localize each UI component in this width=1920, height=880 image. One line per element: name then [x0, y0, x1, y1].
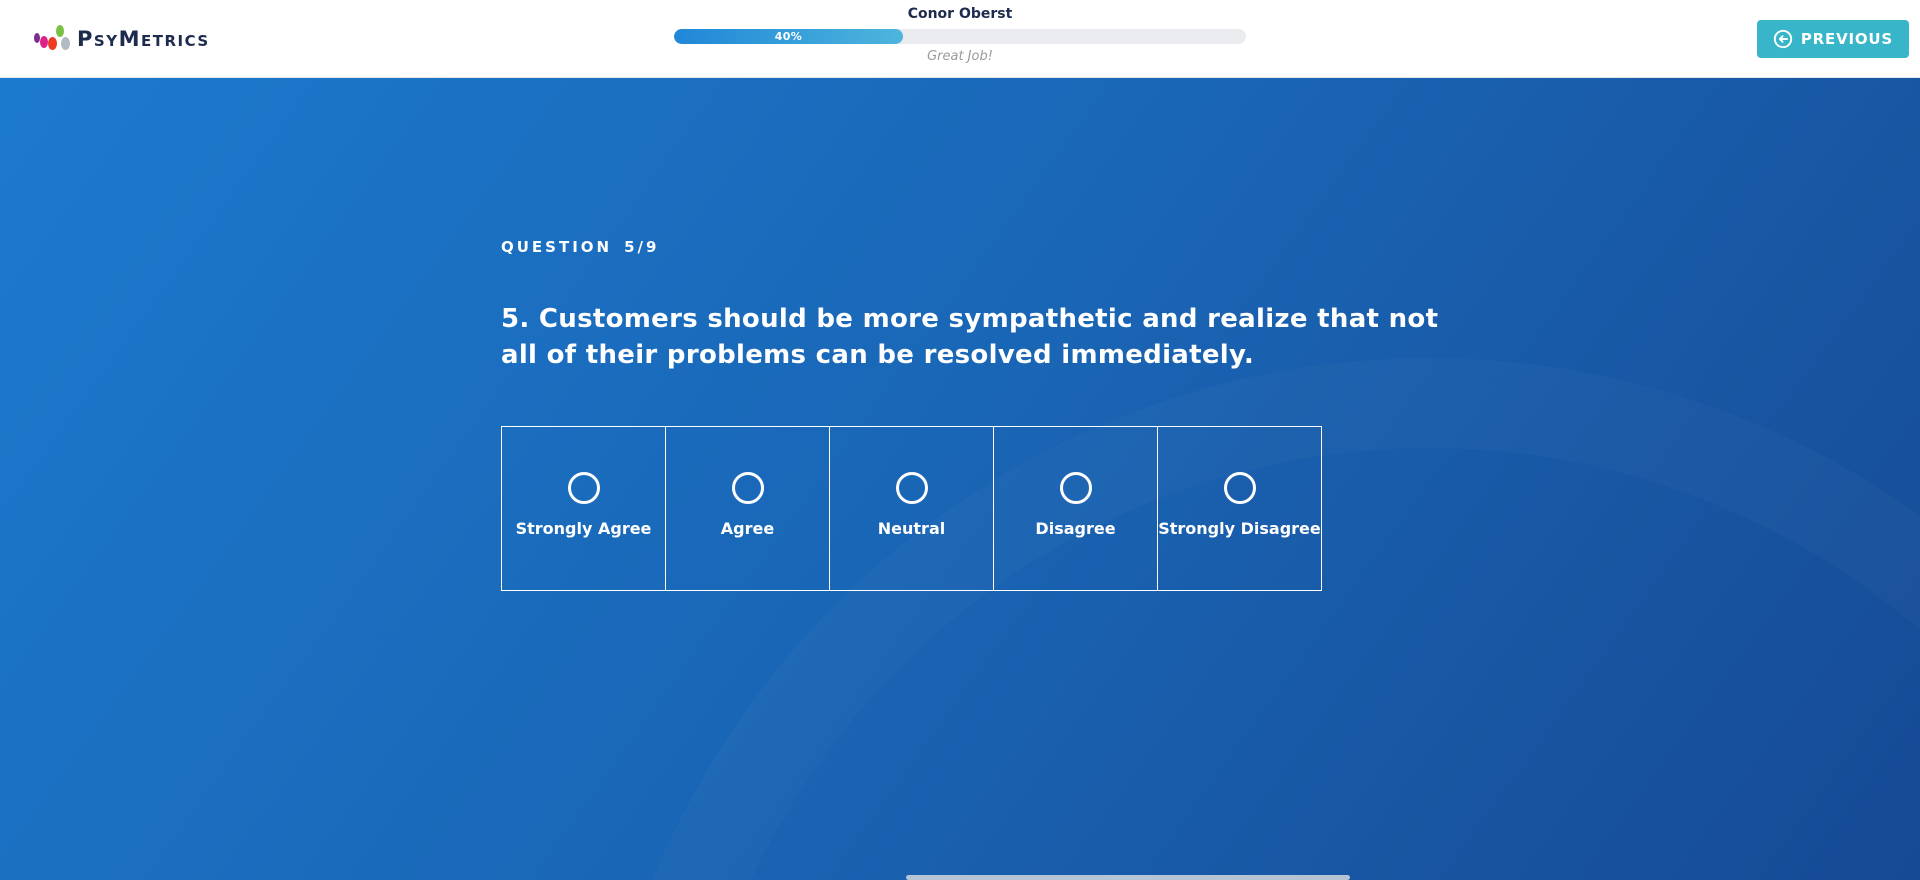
answer-options: Strongly Agree Agree Neutral Disagree St… — [501, 425, 1920, 591]
survey-main: QUESTION 5/9 5. Customers should be more… — [0, 78, 1920, 880]
option-disagree[interactable]: Disagree — [993, 425, 1158, 591]
option-strongly-agree[interactable]: Strongly Agree — [501, 425, 666, 591]
encouragement-text: Great Job! — [927, 49, 993, 64]
question-content: QUESTION 5/9 5. Customers should be more… — [501, 78, 1920, 591]
option-strongly-disagree[interactable]: Strongly Disagree — [1157, 425, 1322, 591]
page: PSYMETRICS Conor Oberst 40% Great Job! P… — [0, 0, 1920, 880]
option-agree[interactable]: Agree — [665, 425, 830, 591]
progress-fill: 40% — [674, 29, 903, 44]
option-label: Strongly Disagree — [1158, 518, 1321, 538]
brand-logo: PSYMETRICS — [34, 0, 210, 78]
brand-wordmark: PSYMETRICS — [77, 27, 210, 51]
user-name: Conor Oberst — [907, 6, 1013, 22]
previous-button-label: PREVIOUS — [1800, 30, 1893, 48]
question-counter: QUESTION 5/9 — [501, 78, 1920, 256]
option-label: Strongly Agree — [515, 518, 652, 538]
question-counter-label: QUESTION — [501, 238, 613, 256]
progress-percent: 40% — [774, 30, 803, 43]
radio-circle-icon[interactable] — [567, 471, 600, 504]
progress-bar: 40% — [674, 29, 1246, 44]
radio-circle-icon[interactable] — [895, 471, 928, 504]
radio-circle-icon[interactable] — [1059, 471, 1092, 504]
radio-circle-icon[interactable] — [1223, 471, 1256, 504]
question-text: 5. Customers should be more sympathetic … — [501, 304, 1439, 370]
question-counter-value: 5/9 — [624, 238, 660, 256]
progress-section: Conor Oberst 40% Great Job! — [674, 4, 1246, 64]
radio-circle-icon[interactable] — [731, 471, 764, 504]
previous-button[interactable]: PREVIOUS — [1756, 20, 1909, 58]
header: PSYMETRICS Conor Oberst 40% Great Job! P… — [0, 0, 1920, 78]
brand-dots-icon — [34, 24, 70, 54]
option-neutral[interactable]: Neutral — [829, 425, 994, 591]
option-label: Agree — [720, 518, 775, 538]
option-label: Neutral — [877, 518, 946, 538]
option-label: Disagree — [1035, 518, 1116, 538]
horizontal-scrollbar-thumb[interactable] — [906, 875, 1350, 880]
arrow-left-circle-icon — [1773, 29, 1793, 49]
